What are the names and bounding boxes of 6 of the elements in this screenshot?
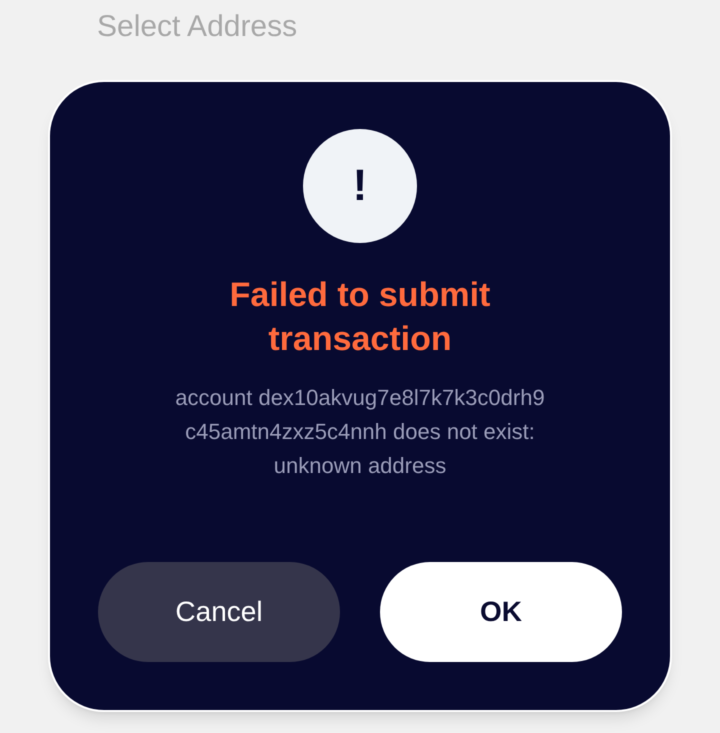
error-message: account dex10akvug7e8l7k7k3c0drh9 c45amtn4zxz5c4nnh does not exist: unknown address [174,384,546,480]
ok-button[interactable]: OK [380,562,622,662]
warning-icon: ! [303,129,417,243]
cancel-button[interactable]: Cancel [98,562,340,662]
page-title: Select Address [97,9,298,45]
dialog-title: Failed to submit transaction [228,275,492,360]
